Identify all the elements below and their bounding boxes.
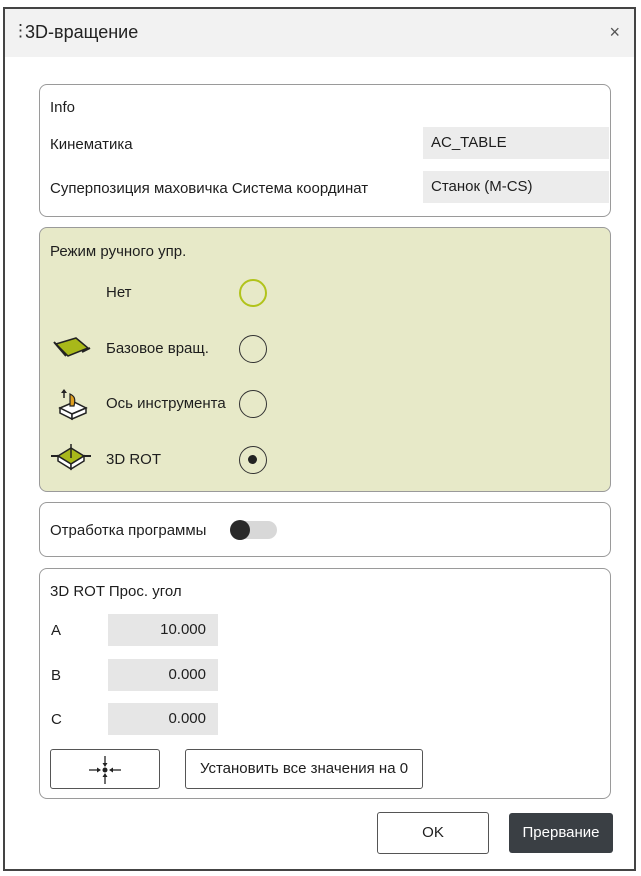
close-icon[interactable]: × [609, 22, 620, 43]
dialog-title: 3D-вращение [25, 22, 139, 42]
radio-selected-dot [248, 455, 257, 464]
cancel-button[interactable]: Прервание [509, 813, 613, 853]
axis-b-label: B [51, 667, 62, 684]
coordinate-system-value: Станок (M-CS) [423, 171, 609, 203]
info-header: Info [50, 99, 76, 116]
mode-option-basic-label: Базовое вращ. [106, 340, 209, 357]
coordinate-system-label: Суперпозиция маховичка Система координат [50, 180, 369, 197]
axis-c-value[interactable]: 0.000 [108, 703, 218, 735]
3d-rot-icon [51, 444, 91, 471]
kinematics-label: Кинематика [50, 136, 133, 153]
program-run-card: Отработка программы [39, 502, 611, 557]
program-run-label: Отработка программы [50, 522, 207, 539]
mode-option-none-label: Нет [106, 284, 132, 301]
mode-option-3d-rot-label: 3D ROT [106, 451, 162, 468]
mode-option-tool-axis-label: Ось инструмента [106, 395, 226, 412]
reset-all-label: Установить все значения на 0 [199, 760, 409, 777]
cancel-label: Прервание [522, 824, 600, 841]
ok-label: OK [422, 824, 444, 841]
manual-mode-header: Режим ручного упр. [50, 243, 187, 260]
crosshair-button[interactable] [50, 749, 160, 789]
angles-header: 3D ROT Прос. угол [50, 583, 182, 600]
axis-c-label: C [51, 711, 62, 728]
mode-option-tool-axis-radio[interactable] [239, 390, 267, 418]
title-bar[interactable]: ⋮ 3D-вращение × [5, 9, 634, 57]
angles-card: 3D ROT Прос. угол A 10.000 B 0.000 C 0.0… [39, 568, 611, 799]
mode-option-none-radio[interactable] [239, 279, 267, 307]
kinematics-value-text: AC_TABLE [431, 134, 507, 151]
tool-axis-icon [58, 389, 88, 421]
info-card: Info Кинематика AC_TABLE Суперпозиция ма… [39, 84, 611, 217]
axis-a-label: A [51, 622, 62, 639]
toggle-knob [230, 520, 250, 540]
reset-all-button[interactable]: Установить все значения на 0 [185, 749, 423, 789]
ok-button[interactable]: OK [377, 812, 489, 854]
program-run-toggle[interactable] [230, 520, 277, 540]
axis-b-value[interactable]: 0.000 [108, 659, 218, 691]
axis-a-value[interactable]: 10.000 [108, 614, 218, 646]
dialog-window: ⋮ 3D-вращение × Info Кинематика AC_TABLE… [3, 7, 636, 871]
manual-mode-card: Режим ручного упр. Нет Базовое вращ. Ось… [39, 227, 611, 492]
coordinate-system-value-text: Станок (M-CS) [431, 178, 533, 195]
mode-option-basic-radio[interactable] [239, 335, 267, 363]
kinematics-value: AC_TABLE [423, 127, 609, 159]
basic-rotation-icon [53, 337, 91, 357]
crosshair-icon [89, 756, 121, 784]
mode-option-3d-rot-radio[interactable] [239, 446, 267, 474]
